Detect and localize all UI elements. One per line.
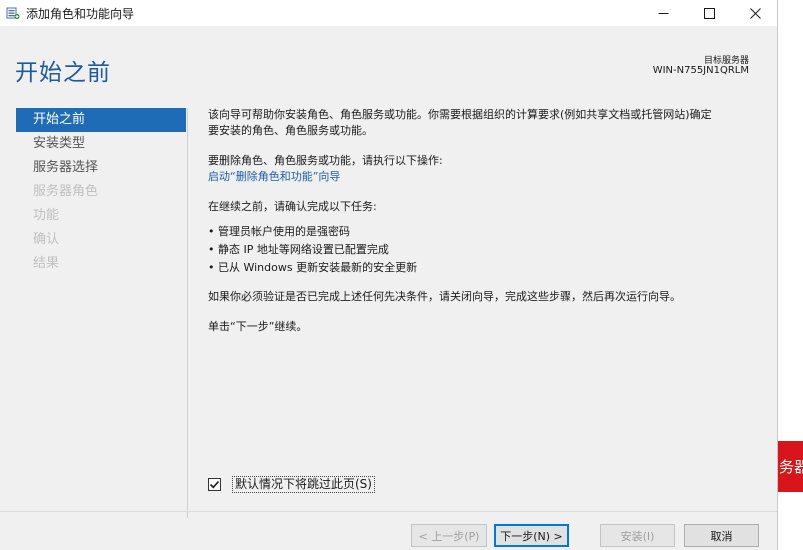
intro-line-1: 该向导可帮助你安装角色、角色服务或功能。你需要根据组织的计算要求(例如共享文档或… xyxy=(208,108,712,121)
nav-item-before-you-begin[interactable]: 开始之前 xyxy=(16,108,186,132)
verify-text: 如果你必须验证是否已完成上述任何先决条件，请关闭向导，完成这些步骤，然后再次运行… xyxy=(208,290,681,303)
target-server-name: WIN-N755JN1QRLM xyxy=(652,65,749,76)
before-continue-text: 在继续之前，请确认完成以下任务: xyxy=(208,200,377,213)
title-bar: 添加角色和功能向导 xyxy=(0,0,778,26)
nav-item-results: 结果 xyxy=(33,256,60,271)
remove-roles-link[interactable]: 启动“删除角色和功能”向导 xyxy=(208,170,340,183)
footer-divider xyxy=(0,511,777,512)
nav-item-confirmation: 确认 xyxy=(33,232,60,247)
nav-item-installation-type[interactable]: 安装类型 xyxy=(16,132,186,156)
close-icon xyxy=(749,4,761,23)
remove-paragraph: 要删除角色、角色服务或功能，请执行以下操作: 启动“删除角色和功能”向导 xyxy=(208,153,763,185)
maximize-button[interactable] xyxy=(686,0,732,26)
nav-divider xyxy=(187,108,188,518)
skip-page-checkbox[interactable] xyxy=(208,478,221,491)
background-tile-text: 务器 xyxy=(779,458,803,476)
background-server-manager-tile: 务器 xyxy=(778,441,803,492)
nav-item-features: 功能 xyxy=(33,208,60,223)
close-button[interactable] xyxy=(732,0,778,26)
maximize-icon xyxy=(703,4,715,23)
verify-paragraph: 如果你必须验证是否已完成上述任何先决条件，请关闭向导，完成这些步骤，然后再次运行… xyxy=(208,289,763,305)
server-manager-icon xyxy=(6,5,20,19)
previous-button: < 上一步(P) xyxy=(411,524,487,547)
nav-item-server-selection[interactable]: 服务器选择 xyxy=(16,156,186,180)
intro-paragraph: 该向导可帮助你安装角色、角色服务或功能。你需要根据组织的计算要求(例如共享文档或… xyxy=(208,107,763,139)
next-hint-paragraph: 单击“下一步”继续。 xyxy=(208,319,763,335)
nav-item-server-roles: 服务器角色 xyxy=(33,184,99,199)
intro-line-2: 要安装的角色、角色服务或功能。 xyxy=(208,124,373,137)
next-hint-text: 单击“下一步”继续。 xyxy=(208,320,308,333)
install-button: 安装(I) xyxy=(600,524,675,547)
page-title: 开始之前 xyxy=(15,60,111,86)
prerequisite-list: 管理员帐户使用的是强密码 静态 IP 地址等网络设置已配置完成 已从 Windo… xyxy=(208,223,763,277)
minimize-button[interactable] xyxy=(640,0,686,26)
window-title: 添加角色和功能向导 xyxy=(26,7,135,21)
skip-page-label[interactable]: 默认情况下将跳过此页(S) xyxy=(232,476,375,493)
list-item: 静态 IP 地址等网络设置已配置完成 xyxy=(208,241,763,259)
remove-instruction: 要删除角色、角色服务或功能，请执行以下操作: xyxy=(208,154,443,167)
skip-page-row[interactable]: 默认情况下将跳过此页(S) xyxy=(208,476,375,493)
minimize-icon xyxy=(658,4,669,23)
before-paragraph: 在继续之前，请确认完成以下任务: xyxy=(208,199,763,215)
content-pane: 该向导可帮助你安装角色、角色服务或功能。你需要根据组织的计算要求(例如共享文档或… xyxy=(208,107,763,349)
wizard-nav: 开始之前 安装类型 服务器选择 服务器角色 功能 确认 结果 xyxy=(16,108,186,276)
wizard-body: 开始之前 目标服务器 WIN-N755JN1QRLM 开始之前 安装类型 服务器… xyxy=(0,26,778,550)
cancel-button[interactable]: 取消 xyxy=(684,524,759,547)
list-item: 已从 Windows 更新安装最新的安全更新 xyxy=(208,259,763,277)
window-border xyxy=(777,0,778,550)
list-item: 管理员帐户使用的是强密码 xyxy=(208,223,763,241)
next-button[interactable]: 下一步(N) > xyxy=(494,524,569,547)
